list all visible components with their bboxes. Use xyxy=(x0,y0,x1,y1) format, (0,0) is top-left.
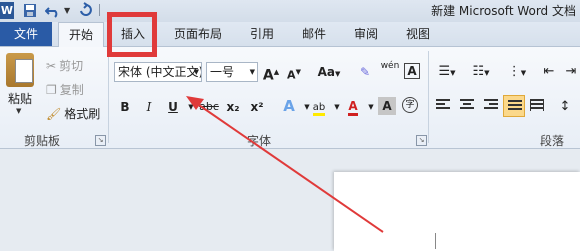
arrow-head xyxy=(186,96,204,110)
annotation-arrow xyxy=(186,96,384,233)
arrow-line xyxy=(195,102,384,233)
